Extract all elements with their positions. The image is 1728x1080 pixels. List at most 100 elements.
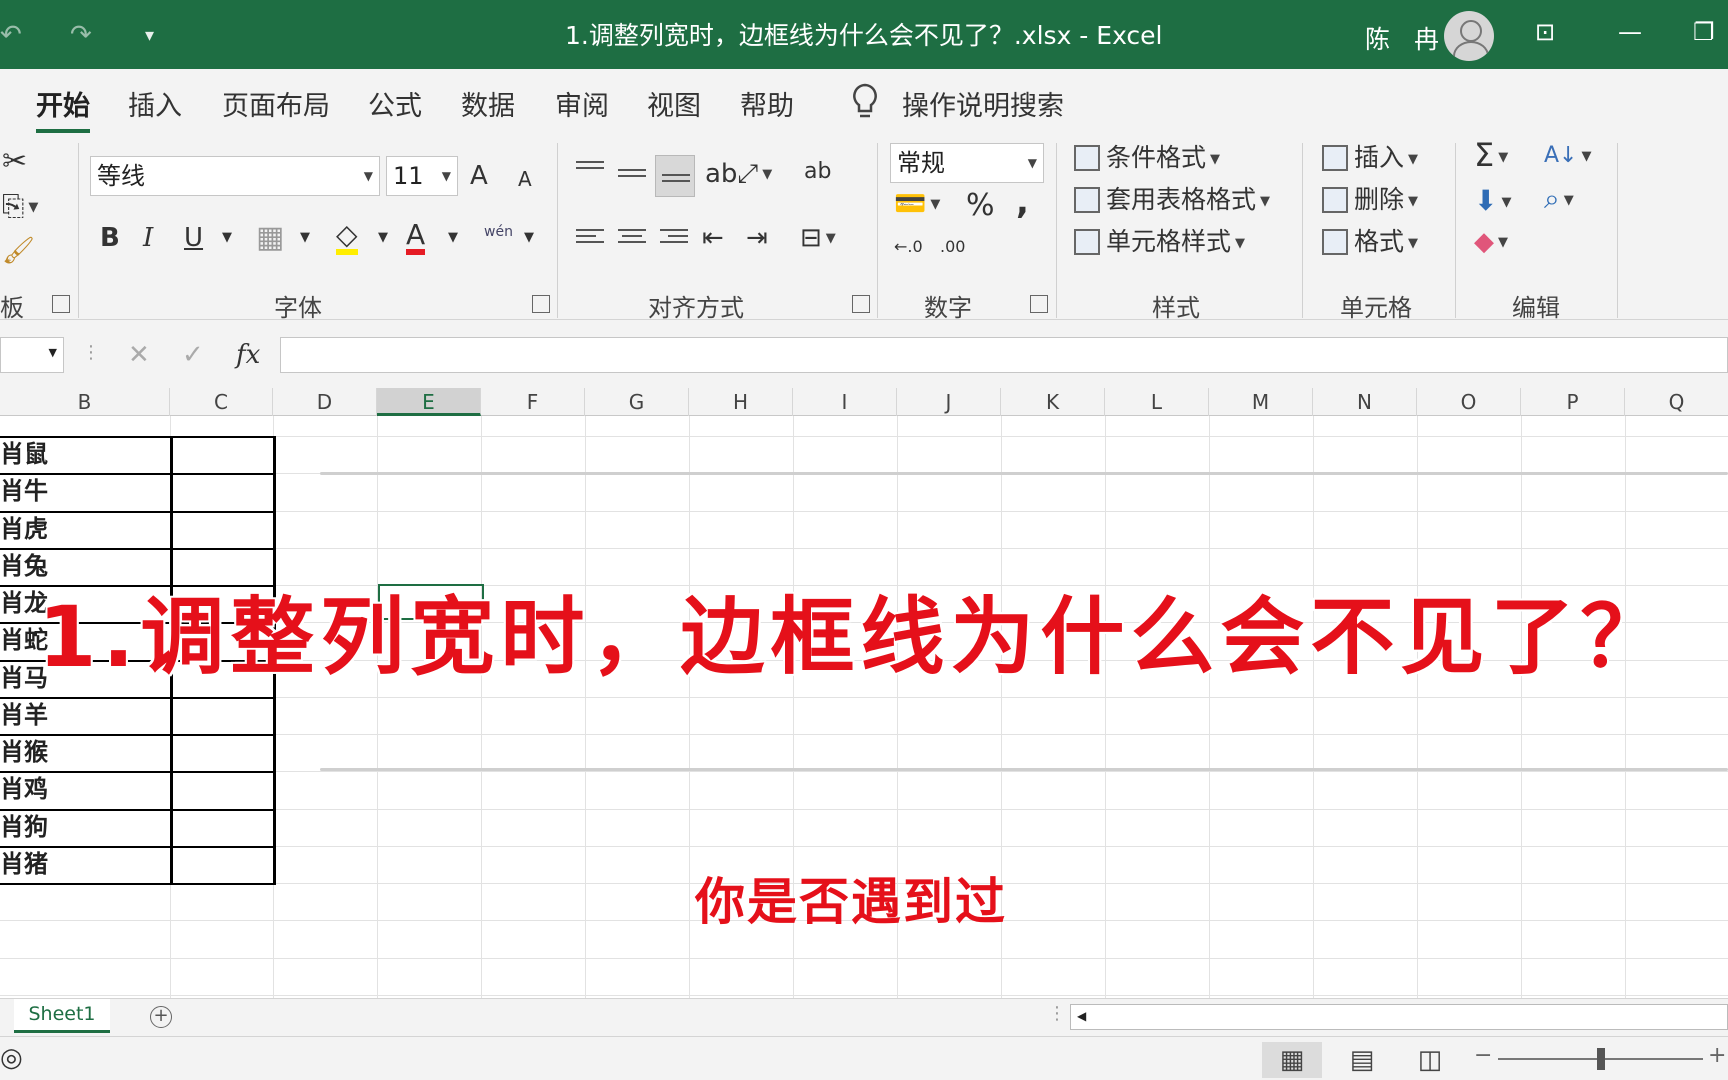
comma-button[interactable]: , <box>1016 185 1029 219</box>
clipboard-launcher-icon[interactable] <box>52 295 70 313</box>
cell-b-1[interactable]: 肖鼠 <box>0 436 170 472</box>
page-break-view-button[interactable]: ◫ <box>1400 1042 1460 1078</box>
column-header-l[interactable]: L <box>1105 388 1209 416</box>
tab-review[interactable]: 审阅 <box>555 84 609 123</box>
format-as-table-button[interactable]: 套用表格格式 ▼ <box>1074 187 1270 213</box>
align-top-icon[interactable] <box>576 161 604 183</box>
align-center-icon[interactable] <box>618 229 646 251</box>
avatar[interactable] <box>1444 11 1494 61</box>
phonetic-button[interactable]: wén <box>484 225 513 239</box>
column-header-g[interactable]: G <box>585 388 689 416</box>
decrease-decimal-button[interactable]: .00 <box>940 239 965 255</box>
align-right-icon[interactable] <box>660 229 688 251</box>
column-header-o[interactable]: O <box>1417 388 1521 416</box>
cancel-icon[interactable]: ✕ <box>128 342 150 368</box>
column-header-m[interactable]: M <box>1209 388 1313 416</box>
search-label[interactable]: 操作说明搜索 <box>902 84 1064 123</box>
tab-data[interactable]: 数据 <box>461 84 515 123</box>
zoom-out-button[interactable]: − <box>1474 1045 1492 1067</box>
cell-b-2[interactable]: 肖牛 <box>0 473 170 509</box>
delete-cells-button[interactable]: 删除 ▼ <box>1322 187 1418 213</box>
fill-color-dropdown-icon[interactable]: ▼ <box>378 231 388 244</box>
italic-button[interactable]: I <box>143 225 153 251</box>
column-header-n[interactable]: N <box>1313 388 1417 416</box>
borders-icon[interactable]: ▦ <box>256 223 284 253</box>
column-header-j[interactable]: J <box>897 388 1001 416</box>
percent-button[interactable]: % <box>966 191 995 221</box>
font-name-select[interactable]: 等线 ▼ <box>90 156 380 196</box>
tab-insert[interactable]: 插入 <box>128 84 182 123</box>
bold-button[interactable]: B <box>100 225 120 251</box>
orientation-icon[interactable]: ab⤢ ▼ <box>705 161 772 187</box>
column-header-e[interactable]: E <box>377 388 481 416</box>
format-painter-icon[interactable]: 🖌 <box>2 238 35 264</box>
insert-function-button[interactable]: fx <box>236 342 260 368</box>
column-header-h[interactable]: H <box>689 388 793 416</box>
align-middle-icon[interactable] <box>618 169 646 191</box>
splitter-icon[interactable]: ⋮ <box>1048 1005 1066 1023</box>
number-format-select[interactable]: 常规 ▼ <box>890 143 1044 183</box>
customize-qat-icon[interactable]: ▾ <box>145 25 154 46</box>
cell-b-10[interactable]: 肖鸡 <box>0 771 170 807</box>
font-color-button[interactable]: A <box>406 221 426 255</box>
format-cells-button[interactable]: 格式 ▼ <box>1322 229 1418 255</box>
lightbulb-icon[interactable] <box>850 82 880 122</box>
phonetic-dropdown-icon[interactable]: ▼ <box>524 231 534 244</box>
fill-icon[interactable]: ⬇ ▼ <box>1474 187 1511 215</box>
formula-input[interactable] <box>280 337 1728 373</box>
normal-view-button[interactable]: ▦ <box>1262 1042 1322 1078</box>
tab-view[interactable]: 视图 <box>647 84 701 123</box>
copy-icon[interactable]: ⎘ ▼ <box>2 192 38 220</box>
redo-icon[interactable]: ↷ <box>70 20 92 50</box>
increase-decimal-button[interactable]: ←.0 <box>894 239 923 255</box>
undo-icon[interactable]: ↶ <box>0 20 22 50</box>
tab-home[interactable]: 开始 <box>36 84 90 133</box>
zoom-slider-thumb[interactable] <box>1597 1048 1605 1070</box>
align-left-icon[interactable] <box>576 229 604 251</box>
sort-filter-button[interactable]: A↓ ▼ <box>1544 145 1591 167</box>
conditional-format-button[interactable]: 条件格式 ▼ <box>1074 145 1220 171</box>
borders-dropdown-icon[interactable]: ▼ <box>300 231 310 244</box>
underline-button[interactable]: U <box>184 225 203 251</box>
cell-b-8[interactable]: 肖羊 <box>0 697 170 733</box>
underline-dropdown-icon[interactable]: ▼ <box>222 231 232 244</box>
font-size-select[interactable]: 11 ▼ <box>386 156 458 196</box>
decrease-indent-icon[interactable]: ⇤ <box>702 225 724 251</box>
macro-record-icon[interactable]: ◎ <box>0 1045 23 1071</box>
tab-page-layout[interactable]: 页面布局 <box>222 84 330 123</box>
page-layout-view-button[interactable]: ▤ <box>1332 1042 1392 1078</box>
add-sheet-button[interactable]: + <box>150 1006 172 1028</box>
grow-font-button[interactable]: A <box>470 163 488 189</box>
horizontal-scrollbar[interactable]: ◀ <box>1070 1004 1728 1030</box>
cell-b-11[interactable]: 肖狗 <box>0 809 170 845</box>
align-bottom-icon[interactable] <box>655 155 695 197</box>
user-name[interactable]: 陈 冉 <box>1365 20 1447 56</box>
font-color-dropdown-icon[interactable]: ▼ <box>448 231 458 244</box>
column-header-k[interactable]: K <box>1001 388 1105 416</box>
number-launcher-icon[interactable] <box>1030 295 1048 313</box>
restore-icon[interactable]: ❐ <box>1693 18 1715 46</box>
tab-help[interactable]: 帮助 <box>740 84 794 123</box>
column-header-q[interactable]: Q <box>1625 388 1728 416</box>
column-header-f[interactable]: F <box>481 388 585 416</box>
cut-icon[interactable]: ✂ <box>2 147 27 177</box>
cell-b-3[interactable]: 肖虎 <box>0 511 170 547</box>
alignment-launcher-icon[interactable] <box>852 295 870 313</box>
cell-styles-button[interactable]: 单元格样式 ▼ <box>1074 229 1245 255</box>
clear-icon[interactable]: ◆ ▼ <box>1474 229 1508 255</box>
fill-color-icon[interactable]: ◇ <box>336 221 358 255</box>
enter-icon[interactable]: ✓ <box>182 342 204 368</box>
insert-cells-button[interactable]: 插入 ▼ <box>1322 145 1418 171</box>
sheet-tab-sheet1[interactable]: Sheet1 <box>14 999 110 1033</box>
column-header-b[interactable]: B <box>0 388 170 416</box>
autosum-button[interactable]: Σ ▼ <box>1474 139 1508 171</box>
find-select-icon[interactable]: ⌕ ▼ <box>1544 185 1574 213</box>
font-launcher-icon[interactable] <box>532 295 550 313</box>
merge-center-icon[interactable]: ⊟ ▼ <box>800 225 836 251</box>
column-header-d[interactable]: D <box>273 388 377 416</box>
increase-indent-icon[interactable]: ⇥ <box>746 225 768 251</box>
zoom-in-button[interactable]: + <box>1708 1045 1726 1067</box>
cell-b-9[interactable]: 肖猴 <box>0 734 170 770</box>
shrink-font-button[interactable]: A <box>518 169 532 189</box>
minimize-icon[interactable]: — <box>1618 18 1642 46</box>
